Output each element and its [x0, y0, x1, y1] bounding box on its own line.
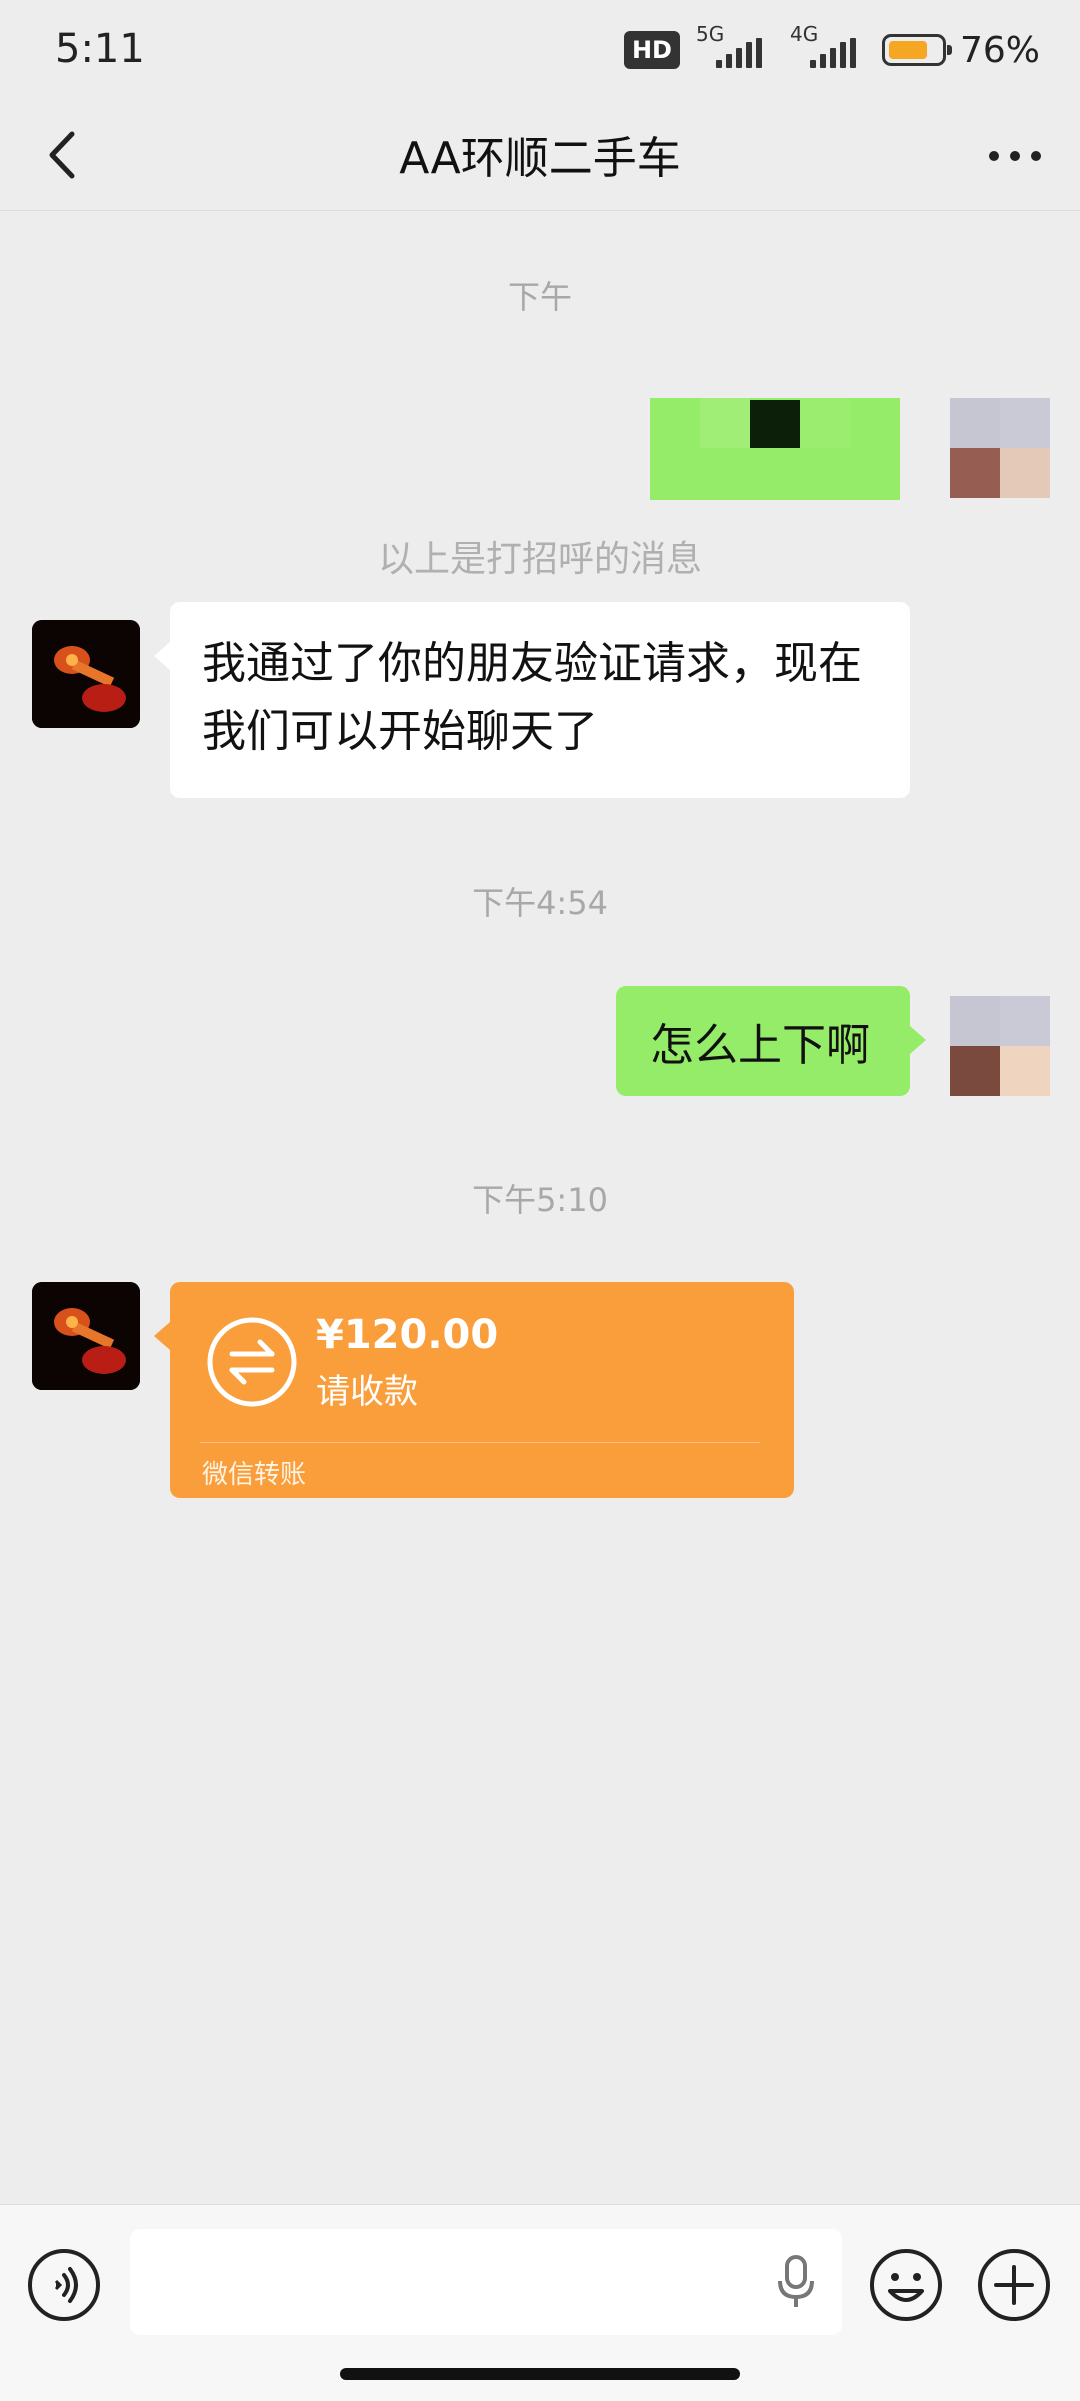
timestamp: 下午5:10	[472, 1181, 608, 1219]
message-bubble-left[interactable]: 我通过了你的朋友验证请求，现在我们可以开始聊天了	[154, 602, 910, 798]
transfer-card[interactable]: ¥120.00 请收款 微信转账	[154, 1282, 794, 1498]
status-icons: HD 5G 4G 76%	[623, 22, 1040, 72]
battery-fill	[888, 41, 927, 59]
more-button[interactable]	[980, 120, 1050, 190]
avatar-contact[interactable]	[32, 620, 140, 728]
hd-badge: HD	[623, 31, 680, 69]
timestamp: 下午4:54	[472, 884, 608, 922]
transfer-amount: ¥120.00	[316, 1312, 499, 1358]
mic-button[interactable]	[774, 2253, 818, 2311]
battery-icon	[881, 34, 952, 66]
signal-5g-icon: 5G	[694, 22, 774, 72]
avatar-contact[interactable]	[32, 1282, 140, 1390]
emoji-icon	[870, 2249, 942, 2321]
plus-icon	[978, 2249, 1050, 2321]
voice-toggle-button[interactable]	[26, 2247, 102, 2323]
home-indicator[interactable]	[340, 2368, 740, 2380]
avatar-self[interactable]	[950, 996, 1050, 1096]
transfer-label: 微信转账	[202, 1460, 307, 1490]
status-time: 5:11	[55, 26, 145, 72]
voice-toggle-icon	[28, 2249, 100, 2321]
timestamp: 下午	[507, 278, 572, 316]
battery-percent: 76%	[959, 29, 1040, 71]
divider	[200, 1442, 760, 1443]
chat-header: AA环顺二手车	[0, 100, 1080, 211]
trumpet-avatar-icon	[32, 1282, 140, 1390]
message-bubble-right[interactable]: 怎么上下啊	[616, 986, 926, 1096]
status-bar: 5:11 HD 5G 4G 76%	[0, 0, 1080, 100]
plus-button[interactable]	[976, 2247, 1052, 2323]
image-message[interactable]	[650, 398, 900, 500]
signal-4g-icon: 4G	[788, 22, 868, 72]
microphone-icon	[778, 2255, 814, 2307]
more-dots-icon	[989, 151, 1041, 161]
emoji-button[interactable]	[868, 2247, 944, 2323]
trumpet-avatar-icon	[32, 620, 140, 728]
transfer-arrows-icon	[207, 1317, 297, 1407]
transfer-status: 请收款	[316, 1372, 418, 1412]
chat-title: AA环顺二手车	[399, 133, 681, 184]
message-input[interactable]	[130, 2229, 842, 2335]
system-message: 以上是打招呼的消息	[377, 539, 702, 580]
avatar-self[interactable]	[950, 398, 1050, 498]
